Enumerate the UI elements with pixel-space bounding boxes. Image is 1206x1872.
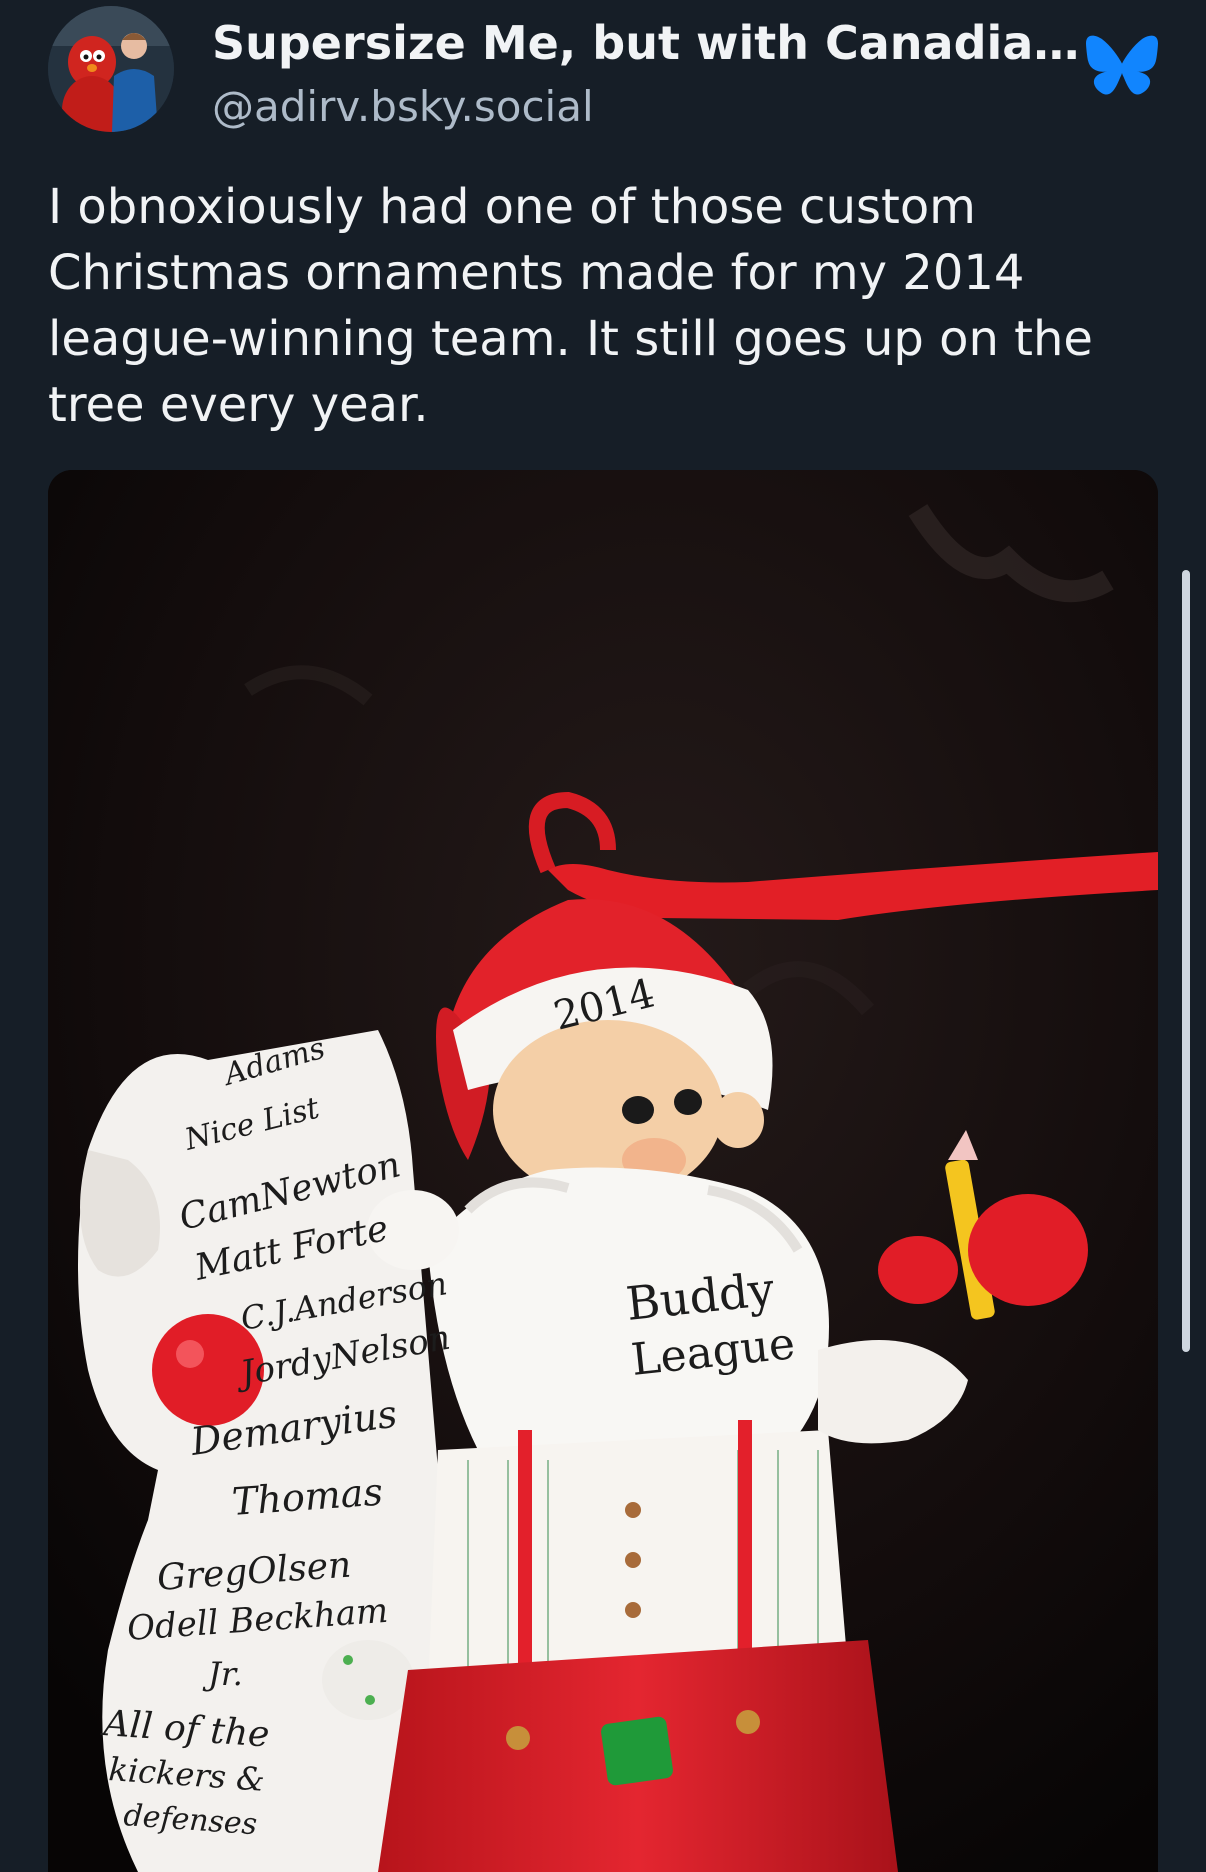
bluesky-butterfly-icon[interactable]: [1086, 34, 1158, 100]
scrollbar[interactable]: [1182, 570, 1190, 1352]
author-handle[interactable]: @adirv.bsky.social: [212, 82, 594, 131]
post-header: Supersize Me, but with Canadia... @adirv…: [48, 6, 1158, 132]
post-text: I obnoxiously had one of those custom Ch…: [48, 179, 1093, 433]
author-display-name[interactable]: Supersize Me, but with Canadia...: [212, 16, 1082, 70]
author-avatar[interactable]: [48, 6, 174, 132]
post-image[interactable]: Adams Nice List CamNewton Matt Forte C.J…: [48, 470, 1158, 1872]
scroll-line: Jr.: [202, 1655, 243, 1693]
